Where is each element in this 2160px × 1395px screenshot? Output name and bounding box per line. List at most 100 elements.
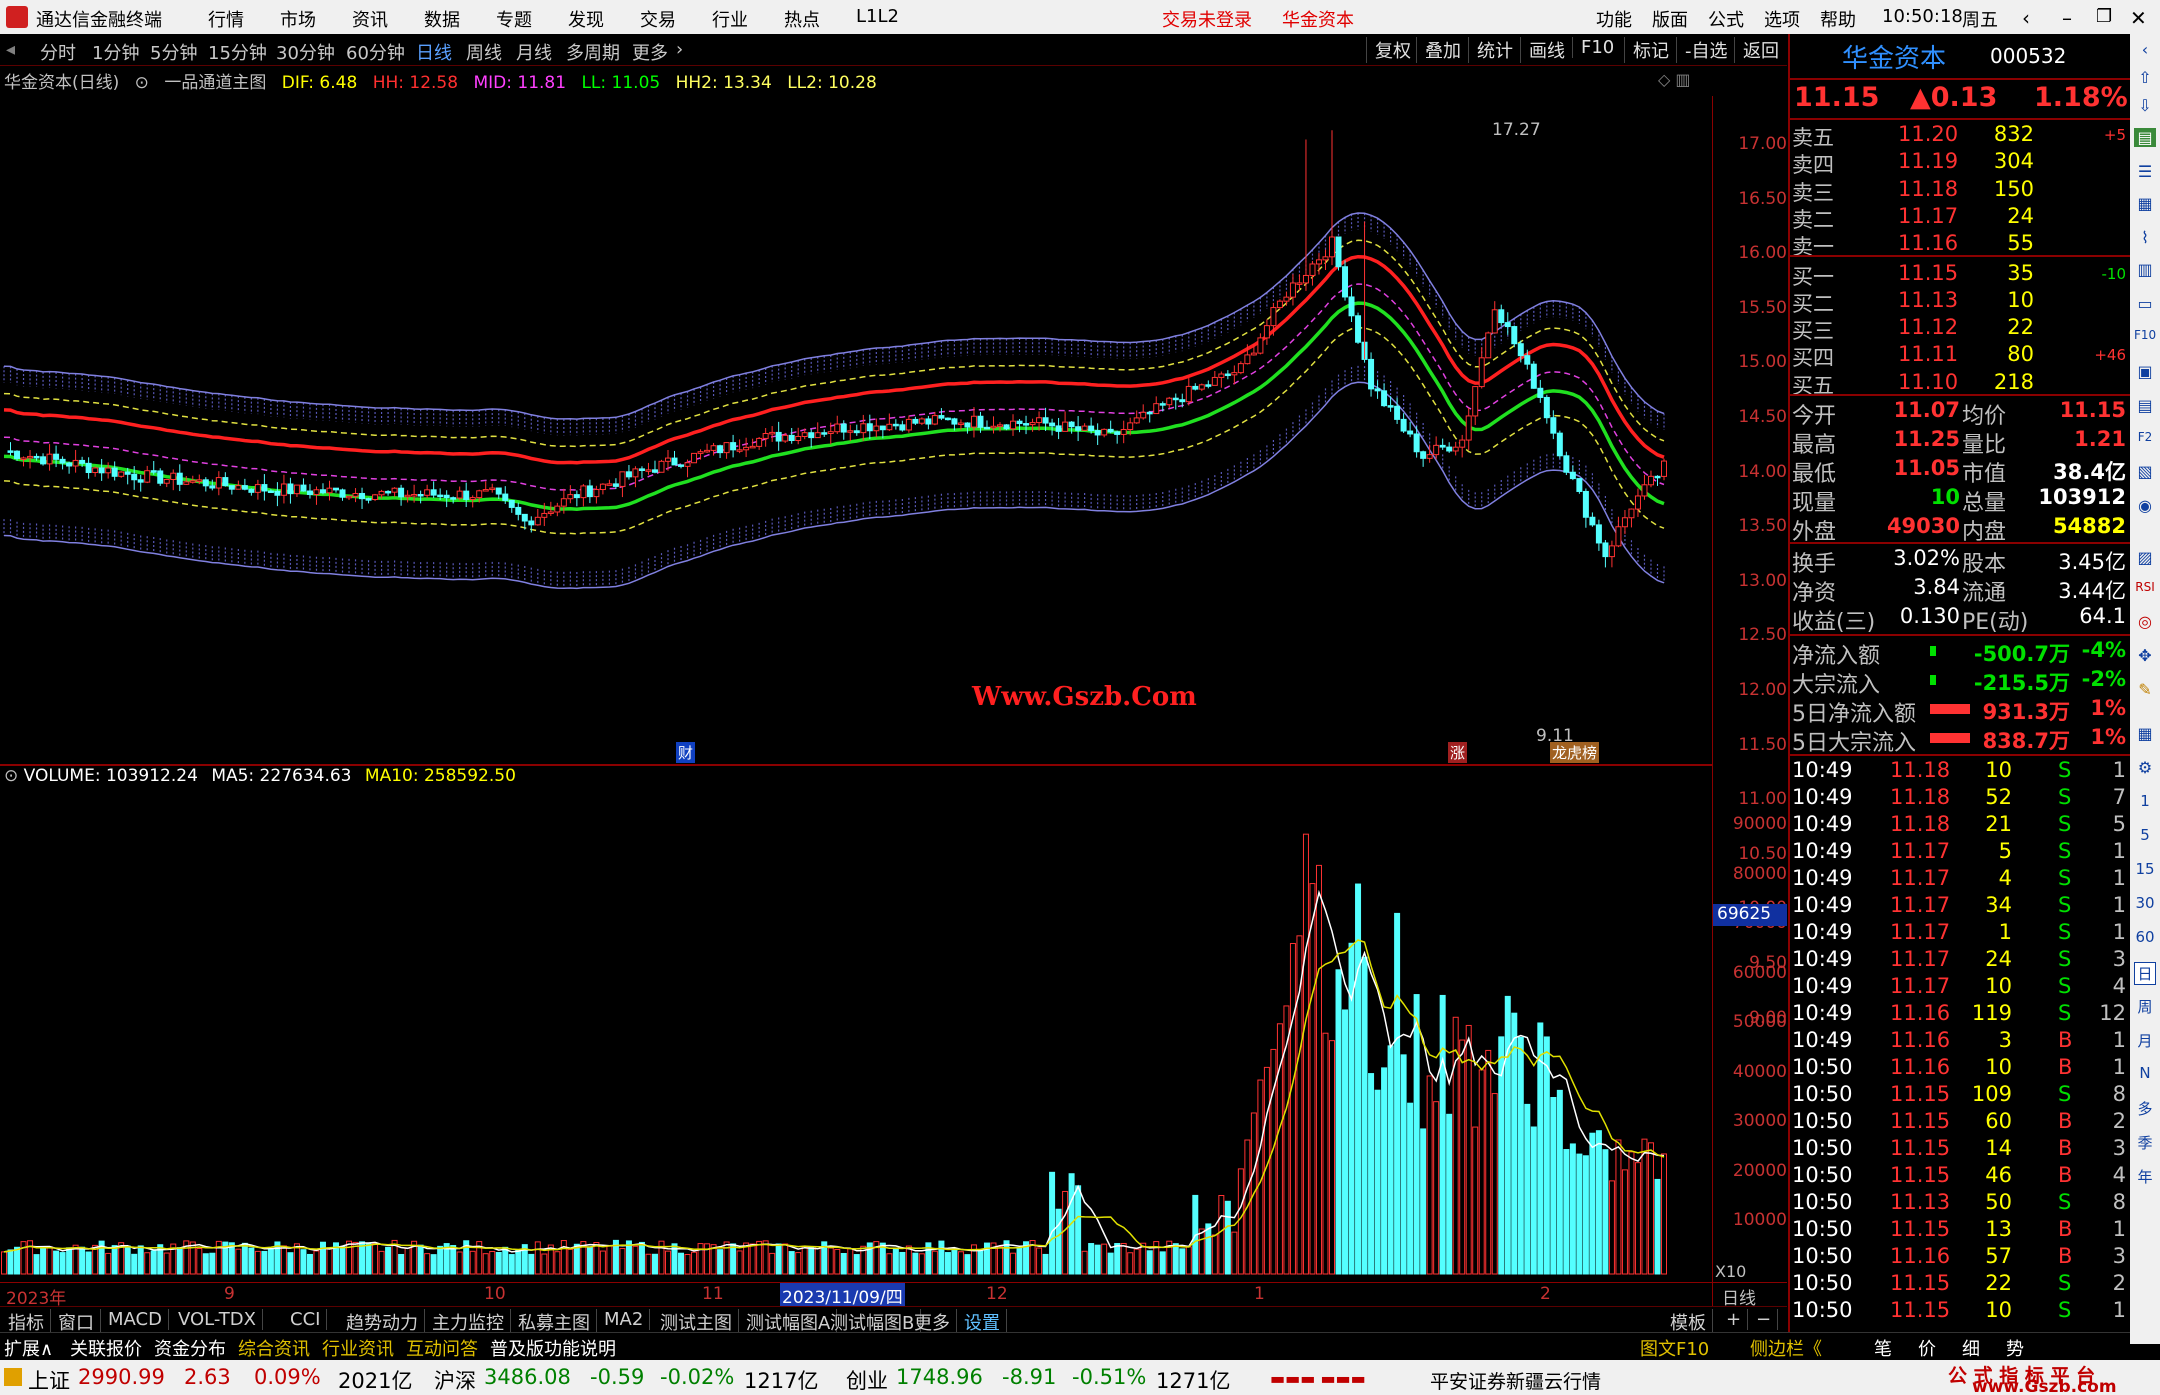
period-tab-more[interactable]: 更多 [632, 39, 668, 65]
bid-row[interactable]: 买一 11.15 35 -10 [1790, 261, 2130, 289]
period-tab[interactable]: 60分钟 [346, 39, 405, 65]
trend-icon[interactable]: ⌇ [2134, 228, 2156, 247]
ext-tab[interactable]: 资金分布 [154, 1335, 226, 1361]
period-tab[interactable]: 15分钟 [208, 39, 267, 65]
menu-item[interactable]: 选项 [1764, 6, 1800, 32]
indicator-tab[interactable]: VOL-TDX [172, 1309, 263, 1330]
bid-row[interactable]: 买三 11.12 22 [1790, 315, 2130, 343]
bid-row[interactable]: 买二 11.13 10 [1790, 288, 2130, 316]
event-marker[interactable]: 龙虎榜 [1550, 742, 1600, 763]
layout-icon[interactable]: ◇ ▥ [1658, 70, 1691, 89]
period-tab[interactable]: 周线 [466, 39, 502, 65]
menu-item[interactable]: 数据 [424, 6, 460, 32]
detail-icon[interactable]: ▧ [2134, 462, 2156, 481]
settings-icon[interactable]: ⚙ [2134, 758, 2156, 777]
tool-button[interactable]: 统计 [1468, 37, 1521, 63]
up-arrow-icon[interactable]: ⇧ [2134, 68, 2156, 87]
tab-bi[interactable]: 笔 [1874, 1335, 1892, 1361]
period-shortcut[interactable]: 5 [2134, 826, 2156, 844]
list-icon[interactable]: ☰ [2134, 162, 2156, 181]
menu-item[interactable]: 功能 [1596, 6, 1632, 32]
period-shortcut[interactable]: 季 [2134, 1132, 2156, 1153]
tab-shi[interactable]: 势 [2006, 1335, 2024, 1361]
menu-item[interactable]: 版面 [1652, 6, 1688, 32]
maximize-icon[interactable]: ❐ [2096, 6, 2112, 27]
menu-item[interactable]: 热点 [784, 6, 820, 32]
index-name[interactable]: 上证 [28, 1365, 70, 1395]
ask-row[interactable]: 卖五 11.20 832 +5 [1790, 122, 2130, 150]
formula-name[interactable]: 一品通道主图 [164, 73, 266, 93]
f10-link[interactable]: 图文F10 [1640, 1335, 1709, 1361]
tab-jia[interactable]: 价 [1918, 1335, 1936, 1361]
event-marker[interactable]: 财 [676, 742, 696, 763]
f10-icon[interactable]: F10 [2134, 328, 2156, 342]
tool-button[interactable]: -自选 [1676, 37, 1736, 63]
period-shortcut[interactable]: 周 [2134, 996, 2156, 1017]
grid-small-icon[interactable]: ▦ [2134, 724, 2156, 743]
period-shortcut[interactable]: 日 [2134, 962, 2156, 985]
index-name[interactable]: 创业 [846, 1365, 888, 1395]
tool-button[interactable]: 叠加 [1416, 37, 1469, 63]
menu-item[interactable]: 行业 [712, 6, 748, 32]
ask-row[interactable]: 卖三 11.18 150 [1790, 177, 2130, 205]
dropdown-icon[interactable]: ⊙ [4, 766, 18, 786]
period-tab[interactable]: 30分钟 [276, 39, 335, 65]
ask-row[interactable]: 卖四 11.19 304 [1790, 149, 2130, 177]
chart-icon[interactable]: ▤ [2134, 128, 2156, 147]
down-arrow-icon[interactable]: ⇩ [2134, 96, 2156, 115]
news-icon[interactable]: ▣ [2134, 362, 2156, 381]
chevron-right-icon[interactable]: › [676, 39, 683, 60]
menu-item[interactable]: 资讯 [352, 6, 388, 32]
collapse-icon[interactable]: ◂ [6, 39, 15, 60]
dropdown-icon[interactable]: ⊙ [135, 73, 149, 93]
menu-item[interactable]: 公式 [1708, 6, 1744, 32]
tool-button[interactable]: 标记 [1624, 37, 1677, 63]
ext-tab[interactable]: 关联报价 [70, 1335, 142, 1361]
tab-xi[interactable]: 细 [1962, 1335, 1980, 1361]
menu-icon[interactable] [4, 1368, 22, 1386]
candle-icon[interactable]: ▥ [2134, 260, 2156, 279]
target-icon[interactable]: ◎ [2134, 612, 2156, 631]
ask-row[interactable]: 卖二 11.17 24 [1790, 204, 2130, 232]
add-button[interactable]: + [1720, 1309, 1749, 1330]
period-shortcut[interactable]: N [2134, 1064, 2156, 1082]
candlestick-chart[interactable] [0, 96, 1712, 1296]
ext-tab[interactable]: 扩展∧ [4, 1335, 53, 1361]
tool-button[interactable]: 返回 [1734, 37, 1787, 63]
menu-item[interactable]: 交易 [640, 6, 676, 32]
period-shortcut[interactable]: 1 [2134, 792, 2156, 810]
period-tab[interactable]: 5分钟 [150, 39, 197, 65]
tool-button[interactable]: 画线 [1520, 37, 1573, 63]
menu-item[interactable]: 市场 [280, 6, 316, 32]
event-marker[interactable]: 涨 [1448, 742, 1468, 763]
grid-icon[interactable]: ▦ [2134, 194, 2156, 213]
period-shortcut[interactable]: 60 [2134, 928, 2156, 946]
bid-row[interactable]: 买四 11.11 80 +46 [1790, 342, 2130, 370]
indicator-tab[interactable]: MA2 [598, 1309, 651, 1330]
pen-icon[interactable]: ✎ [2134, 680, 2156, 699]
collapse-icon[interactable]: ‹ [2134, 40, 2156, 59]
menu-item[interactable]: 帮助 [1820, 6, 1856, 32]
menu-item[interactable]: 行情 [208, 6, 244, 32]
period-tab[interactable]: 月线 [516, 39, 552, 65]
menu-item[interactable]: 专题 [496, 6, 532, 32]
remove-button[interactable]: − [1750, 1309, 1779, 1330]
period-tab[interactable]: 1分钟 [92, 39, 139, 65]
index-name[interactable]: 沪深 [434, 1365, 476, 1395]
indicator-tab[interactable]: CCI [284, 1309, 328, 1330]
period-shortcut[interactable]: 30 [2134, 894, 2156, 912]
info-icon[interactable]: ▤ [2134, 396, 2156, 415]
menu-item[interactable]: L1L2 [856, 6, 899, 27]
sidebar-toggle[interactable]: 侧边栏《 [1750, 1335, 1822, 1361]
period-shortcut[interactable]: 15 [2134, 860, 2156, 878]
tool-button[interactable]: F10 [1572, 37, 1622, 58]
period-tab[interactable]: 多周期 [566, 39, 620, 65]
login-status[interactable]: 交易未登录 [1162, 6, 1252, 32]
tool-button[interactable]: 复权 [1366, 37, 1419, 63]
period-shortcut[interactable]: 月 [2134, 1030, 2156, 1051]
period-shortcut[interactable]: 多 [2134, 1098, 2156, 1119]
ext-tab[interactable]: 互动问答 [406, 1335, 478, 1361]
period-tab[interactable]: 分时 [40, 39, 76, 65]
menu-item[interactable]: 发现 [568, 6, 604, 32]
circle-icon[interactable]: ◉ [2134, 496, 2156, 515]
